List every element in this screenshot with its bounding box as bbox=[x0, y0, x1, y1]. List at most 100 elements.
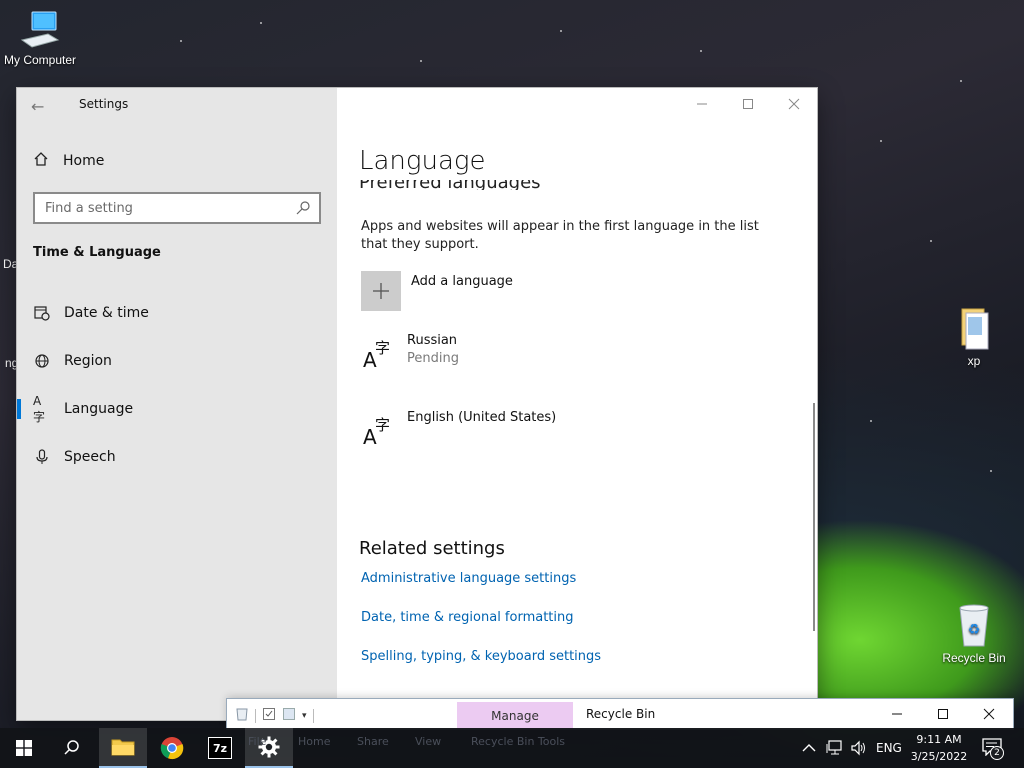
microphone-icon bbox=[33, 448, 51, 466]
properties-icon[interactable] bbox=[262, 706, 276, 725]
language-icon: A字 bbox=[361, 337, 397, 373]
file-explorer-button[interactable] bbox=[99, 728, 147, 768]
action-center-button[interactable]: 2 bbox=[982, 728, 1004, 768]
recycle-bin-window: ▾ Manage Recycle Bin bbox=[227, 699, 1013, 729]
new-folder-icon[interactable] bbox=[282, 706, 296, 725]
language-item-russian[interactable]: A字 Russian Pending bbox=[361, 333, 459, 373]
back-arrow-icon[interactable]: ← bbox=[31, 97, 51, 116]
sidebar-item-label: Language bbox=[64, 401, 134, 417]
volume-button[interactable] bbox=[850, 728, 868, 768]
sidebar-item-label: Date & time bbox=[64, 305, 149, 321]
ribbon-tab-ghost: Recycle Bin Tools bbox=[471, 735, 566, 748]
svg-text:字: 字 bbox=[375, 416, 390, 434]
search-icon bbox=[64, 740, 79, 755]
section-title: Time & Language bbox=[33, 245, 161, 260]
desktop-icon-label: Recycle Bin bbox=[942, 651, 1006, 665]
home-label: Home bbox=[63, 153, 105, 169]
description-text: Apps and websites will appear in the fir… bbox=[361, 219, 759, 252]
minimize-button[interactable] bbox=[679, 92, 725, 116]
home-icon bbox=[33, 151, 51, 171]
desktop-icon-xp[interactable]: xp bbox=[934, 307, 1014, 368]
recycle-bin-icon: ♻ bbox=[954, 602, 994, 648]
close-button[interactable] bbox=[771, 92, 817, 116]
network-icon bbox=[826, 740, 842, 755]
home-nav-item[interactable]: Home bbox=[33, 151, 104, 171]
ribbon-tab-ghost: File bbox=[248, 735, 267, 748]
sidebar-item-speech[interactable]: Speech bbox=[17, 437, 337, 477]
settings-main: Language Preferred languages Apps and we… bbox=[337, 88, 817, 720]
computer-icon bbox=[18, 10, 62, 50]
ribbon-tab-ghost: Share bbox=[357, 735, 389, 748]
chevron-down-icon[interactable]: ▾ bbox=[302, 711, 307, 721]
chrome-button[interactable] bbox=[148, 728, 196, 768]
input-language-button[interactable]: ENG bbox=[876, 728, 902, 768]
search-icon bbox=[295, 200, 311, 216]
settings-window: ← Settings Home Time & Language Date & t… bbox=[17, 88, 817, 720]
search-input[interactable] bbox=[45, 200, 295, 216]
ribbon-tab-ghost: View bbox=[415, 735, 442, 748]
7zip-button[interactable]: 7z bbox=[196, 728, 244, 768]
window-title: Recycle Bin bbox=[586, 707, 656, 721]
desktop-icon-label: My Computer bbox=[3, 53, 77, 67]
svg-text:字: 字 bbox=[375, 339, 390, 357]
search-box[interactable] bbox=[33, 192, 321, 224]
show-hidden-icons-button[interactable] bbox=[802, 728, 816, 768]
minimize-button[interactable] bbox=[874, 701, 920, 727]
folder-icon bbox=[956, 307, 992, 351]
windows-icon bbox=[16, 740, 32, 756]
calendar-clock-icon bbox=[33, 304, 51, 322]
speaker-icon bbox=[851, 740, 865, 756]
desktop-icon-my-computer[interactable]: My Computer bbox=[0, 10, 80, 67]
sidebar-item-label: Region bbox=[64, 353, 112, 369]
language-name: English (United States) bbox=[407, 410, 557, 425]
chrome-icon bbox=[160, 737, 184, 760]
page-title: Language bbox=[359, 146, 486, 176]
ribbon-tab-ghost: Home bbox=[298, 735, 331, 748]
add-language-label: Add a language bbox=[411, 274, 513, 289]
notification-icon: 2 bbox=[982, 738, 1004, 760]
chevron-up-icon bbox=[802, 744, 816, 752]
regional-formatting-link[interactable]: Date, time & regional formatting bbox=[361, 610, 574, 625]
recycle-bin-small-icon[interactable] bbox=[235, 706, 249, 725]
search-button[interactable] bbox=[48, 728, 96, 768]
related-settings-heading: Related settings bbox=[359, 538, 505, 559]
clock[interactable]: 9:11 AM 3/25/2022 bbox=[905, 731, 973, 765]
desktop-icon-recycle-bin[interactable]: ♻ Recycle Bin bbox=[934, 602, 1014, 665]
taskbar: 7z bbox=[0, 728, 1024, 768]
language-icon: A字 bbox=[33, 393, 46, 424]
plus-icon bbox=[361, 271, 401, 311]
divider bbox=[312, 708, 314, 723]
folder-icon bbox=[111, 739, 135, 756]
language-status: Pending bbox=[407, 351, 459, 366]
clock-time: 9:11 AM bbox=[916, 733, 962, 746]
sidebar-item-date-time[interactable]: Date & time bbox=[17, 293, 337, 333]
language-name: Russian bbox=[407, 333, 458, 348]
sidebar-item-language[interactable]: A字 Language bbox=[17, 389, 337, 429]
language-icon: A字 bbox=[361, 414, 397, 450]
desktop-icon-label: xp bbox=[967, 354, 981, 368]
7zip-icon: 7z bbox=[208, 737, 232, 759]
settings-sidebar: ← Settings Home Time & Language Date & t… bbox=[17, 88, 337, 720]
clock-date: 3/25/2022 bbox=[910, 750, 968, 763]
scrollbar[interactable] bbox=[813, 403, 815, 631]
quick-access-toolbar: ▾ bbox=[235, 706, 314, 725]
maximize-button[interactable] bbox=[725, 92, 771, 116]
close-button[interactable] bbox=[966, 701, 1012, 727]
divider bbox=[255, 708, 256, 723]
svg-text:♻: ♻ bbox=[968, 622, 981, 638]
network-button[interactable] bbox=[826, 728, 844, 768]
preferred-languages-heading: Preferred languages bbox=[359, 180, 659, 190]
window-title: Settings bbox=[79, 97, 129, 111]
keyboard-settings-link[interactable]: Spelling, typing, & keyboard settings bbox=[361, 649, 601, 664]
settings-button[interactable] bbox=[245, 728, 293, 768]
admin-language-settings-link[interactable]: Administrative language settings bbox=[361, 571, 576, 586]
language-item-english[interactable]: A字 English (United States) bbox=[361, 410, 556, 450]
maximize-button[interactable] bbox=[920, 701, 966, 727]
sidebar-item-region[interactable]: Region bbox=[17, 341, 337, 381]
globe-icon bbox=[33, 352, 51, 370]
manage-tab[interactable]: Manage bbox=[457, 702, 573, 729]
start-button[interactable] bbox=[0, 728, 48, 768]
sidebar-item-label: Speech bbox=[64, 449, 116, 465]
add-language-button[interactable]: Add a language bbox=[361, 271, 513, 311]
notification-badge: 2 bbox=[990, 746, 1004, 760]
